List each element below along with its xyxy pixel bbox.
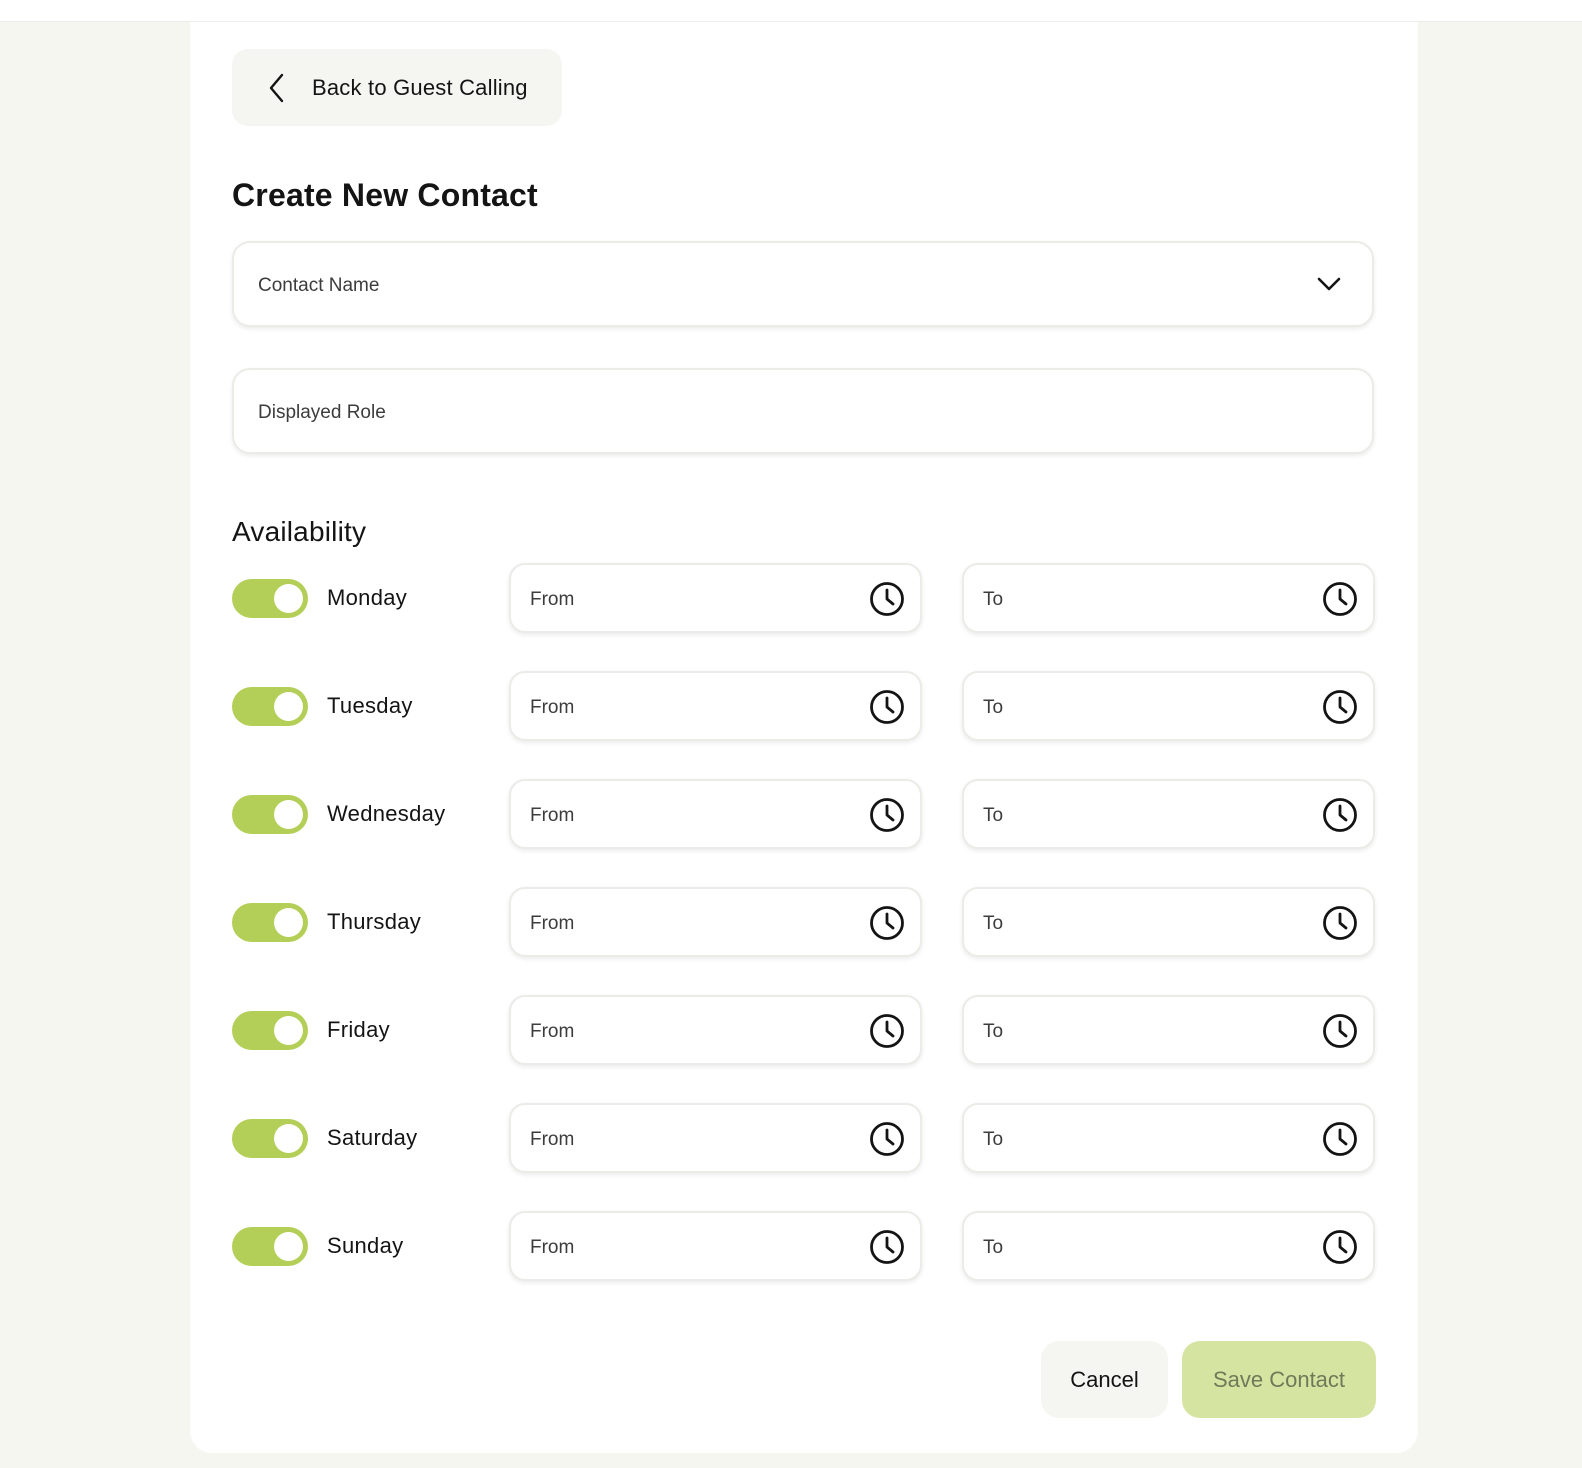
day-toggle[interactable] <box>232 687 308 726</box>
toggle-knob <box>274 908 303 937</box>
day-toggle[interactable] <box>232 1011 308 1050</box>
from-placeholder: From <box>530 1237 575 1258</box>
from-time-input[interactable]: From <box>509 671 922 741</box>
clock-icon <box>1323 1122 1357 1156</box>
clock-icon <box>1323 906 1357 940</box>
clock-icon <box>1323 1230 1357 1264</box>
chevron-down-icon <box>1317 277 1341 291</box>
clock-icon <box>1323 798 1357 832</box>
to-placeholder: To <box>983 1021 1004 1042</box>
day-toggle[interactable] <box>232 579 308 618</box>
save-contact-button[interactable]: Save Contact <box>1182 1341 1376 1418</box>
to-placeholder: To <box>983 1129 1004 1150</box>
to-time-input[interactable]: To <box>962 779 1375 849</box>
availability-row-monday: Monday From To <box>232 563 1375 633</box>
page-title: Create New Contact <box>232 177 538 213</box>
availability-title: Availability <box>232 516 367 547</box>
to-placeholder: To <box>983 1237 1004 1258</box>
back-button-label: Back to Guest Calling <box>312 75 528 100</box>
to-placeholder: To <box>983 913 1004 934</box>
to-placeholder: To <box>983 805 1004 826</box>
day-label: Saturday <box>327 1125 418 1150</box>
to-time-input[interactable]: To <box>962 671 1375 741</box>
day-label: Tuesday <box>327 693 413 718</box>
toggle-knob <box>274 1232 303 1261</box>
from-placeholder: From <box>530 589 575 610</box>
from-placeholder: From <box>530 913 575 934</box>
to-time-input[interactable]: To <box>962 1103 1375 1173</box>
day-toggle[interactable] <box>232 1119 308 1158</box>
displayed-role-input[interactable]: Displayed Role <box>232 368 1374 454</box>
to-placeholder: To <box>983 697 1004 718</box>
availability-row-sunday: Sunday From To <box>232 1211 1375 1281</box>
from-time-input[interactable]: From <box>509 1211 922 1281</box>
day-toggle[interactable] <box>232 1227 308 1266</box>
clock-icon <box>870 1230 904 1264</box>
from-time-input[interactable]: From <box>509 1103 922 1173</box>
toggle-knob <box>274 800 303 829</box>
clock-icon <box>870 798 904 832</box>
availability-row-friday: Friday From To <box>232 995 1375 1065</box>
toggle-knob <box>274 584 303 613</box>
to-placeholder: To <box>983 589 1004 610</box>
from-placeholder: From <box>530 697 575 718</box>
availability-row-wednesday: Wednesday From To <box>232 779 1375 849</box>
clock-icon <box>870 1122 904 1156</box>
clock-icon <box>870 690 904 724</box>
day-label: Friday <box>327 1017 390 1042</box>
from-time-input[interactable]: From <box>509 995 922 1065</box>
clock-icon <box>870 906 904 940</box>
from-time-input[interactable]: From <box>509 779 922 849</box>
day-toggle[interactable] <box>232 903 308 942</box>
chevron-left-icon <box>269 73 284 103</box>
day-label: Wednesday <box>327 801 446 826</box>
top-bar <box>0 0 1582 22</box>
from-placeholder: From <box>530 1129 575 1150</box>
availability-row-saturday: Saturday From To <box>232 1103 1375 1173</box>
clock-icon <box>1323 690 1357 724</box>
clock-icon <box>1323 1014 1357 1048</box>
displayed-role-placeholder: Displayed Role <box>258 402 386 423</box>
toggle-knob <box>274 692 303 721</box>
from-placeholder: From <box>530 1021 575 1042</box>
clock-icon <box>870 582 904 616</box>
day-label: Monday <box>327 585 408 610</box>
toggle-knob <box>274 1124 303 1153</box>
availability-row-tuesday: Tuesday From To <box>232 671 1375 741</box>
day-label: Thursday <box>327 909 422 934</box>
clock-icon <box>1323 582 1357 616</box>
to-time-input[interactable]: To <box>962 887 1375 957</box>
create-contact-card: Back to Guest Calling Create New Contact… <box>190 22 1418 1453</box>
from-time-input[interactable]: From <box>509 887 922 957</box>
contact-name-select[interactable]: Contact Name <box>232 241 1374 327</box>
to-time-input[interactable]: To <box>962 563 1375 633</box>
to-time-input[interactable]: To <box>962 1211 1375 1281</box>
day-label: Sunday <box>327 1233 404 1258</box>
contact-name-placeholder: Contact Name <box>258 275 380 296</box>
from-placeholder: From <box>530 805 575 826</box>
from-time-input[interactable]: From <box>509 563 922 633</box>
cancel-button[interactable]: Cancel <box>1041 1341 1168 1418</box>
clock-icon <box>870 1014 904 1048</box>
availability-row-thursday: Thursday From To <box>232 887 1375 957</box>
toggle-knob <box>274 1016 303 1045</box>
back-to-guest-calling-button[interactable]: Back to Guest Calling <box>232 49 562 126</box>
day-toggle[interactable] <box>232 795 308 834</box>
to-time-input[interactable]: To <box>962 995 1375 1065</box>
